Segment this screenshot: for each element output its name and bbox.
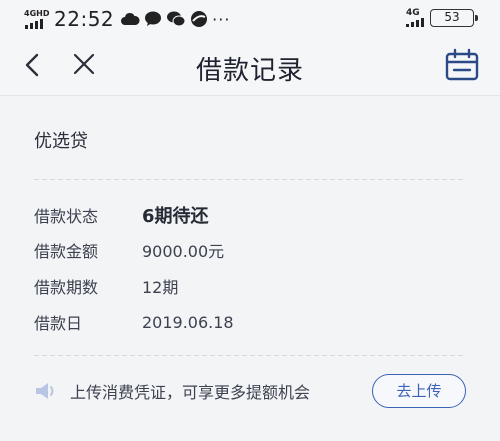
page-title: 借款记录 — [195, 56, 304, 86]
status-time: 22:52 — [54, 7, 115, 31]
browser-icon — [191, 11, 208, 27]
message-icon — [145, 11, 162, 26]
signal-right-icon: 4G — [406, 8, 424, 28]
network-type-left: 4GHD — [24, 9, 50, 18]
navigation-bar: 借款记录 — [0, 36, 500, 96]
cloud-icon — [121, 12, 140, 25]
speaker-icon — [36, 383, 54, 399]
network-type-right: 4G — [406, 8, 420, 18]
status-bar: 4GHD 22:52 ··· 4G 53 — [0, 0, 500, 36]
loan-status-row: 借款状态 6期待还 — [34, 201, 209, 229]
promo-text: 上传消费凭证，可享更多提额机会 — [70, 383, 311, 402]
wechat-icon — [167, 11, 186, 27]
loan-date-value: 2019.06.18 — [142, 312, 234, 332]
loan-date-label: 借款日 — [34, 314, 83, 333]
product-name: 优选贷 — [34, 131, 88, 152]
loan-periods-row: 借款期数 12期 — [34, 272, 178, 300]
battery-icon: 53 — [430, 9, 478, 27]
loan-status-label: 借款状态 — [34, 207, 99, 226]
loan-periods-value: 12期 — [142, 278, 179, 297]
loan-amount-label: 借款金额 — [34, 242, 99, 261]
upload-button[interactable]: 去上传 — [372, 374, 466, 408]
divider — [34, 355, 466, 356]
loan-periods-label: 借款期数 — [34, 278, 99, 297]
loan-record-card[interactable]: 优选贷 借款状态 6期待还 借款金额 9000.00元 借款期数 12期 借款日… — [0, 97, 500, 441]
divider — [34, 179, 466, 180]
calendar-icon[interactable] — [444, 48, 480, 82]
loan-amount-row: 借款金额 9000.00元 — [34, 236, 224, 264]
signal-left-icon: 4GHD — [24, 9, 50, 29]
loan-amount-value: 9000.00元 — [142, 242, 225, 261]
upload-promo: 上传消费凭证，可享更多提额机会 — [34, 375, 310, 407]
loan-status-value: 6期待还 — [142, 206, 209, 227]
loan-date-row: 借款日 2019.06.18 — [34, 308, 234, 336]
more-notifications-icon: ··· — [212, 9, 231, 29]
